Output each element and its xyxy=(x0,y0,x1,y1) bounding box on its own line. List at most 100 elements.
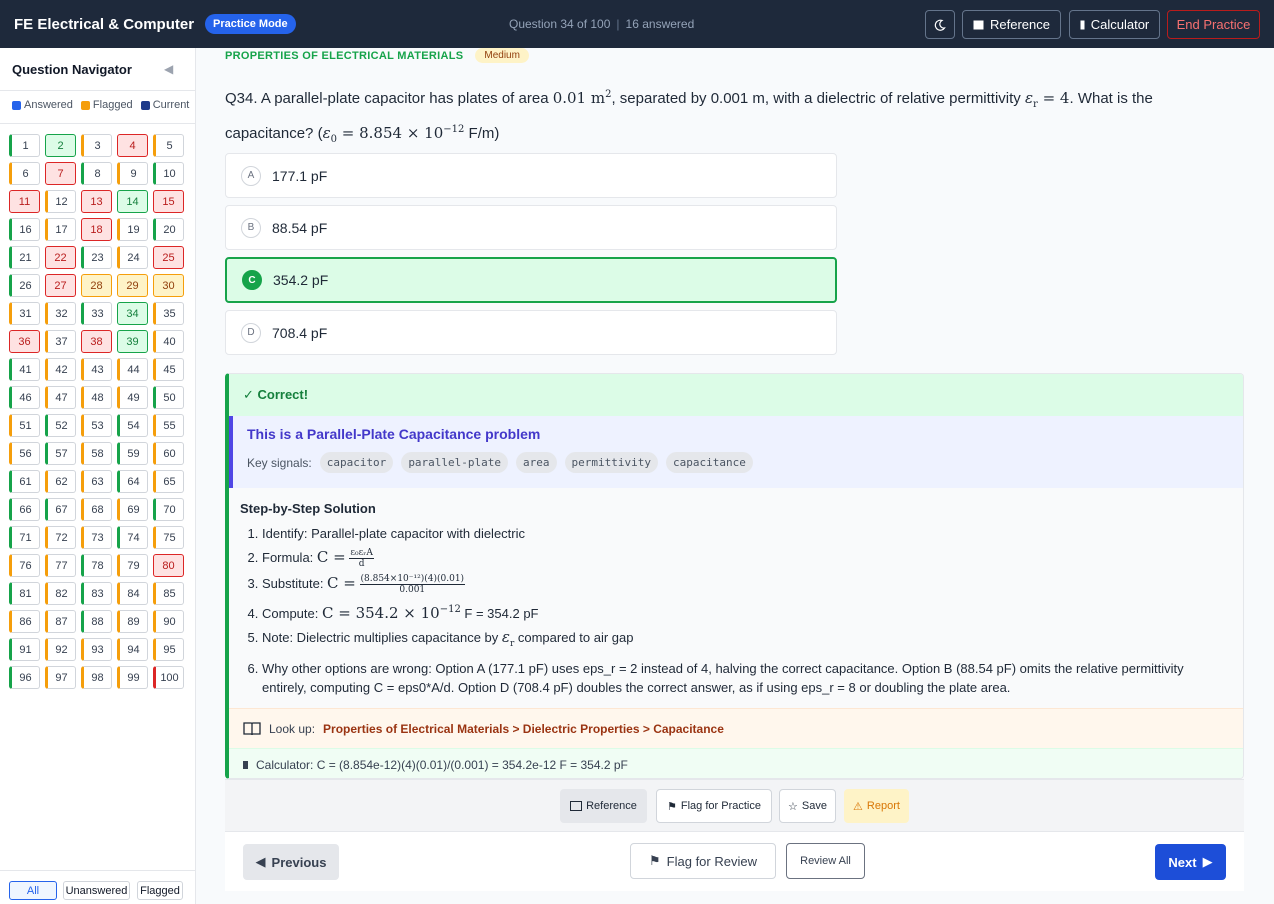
question-cell[interactable]: 33 xyxy=(81,302,112,325)
question-cell[interactable]: 13 xyxy=(81,190,112,213)
question-cell[interactable]: 39 xyxy=(117,330,148,353)
question-cell[interactable]: 31 xyxy=(9,302,40,325)
filter-unanswered-button[interactable]: Unanswered xyxy=(63,881,130,900)
question-cell[interactable]: 51 xyxy=(9,414,40,437)
reference-button[interactable]: Reference xyxy=(962,10,1061,39)
question-cell[interactable]: 86 xyxy=(9,610,40,633)
question-cell[interactable]: 38 xyxy=(81,330,112,353)
question-cell[interactable]: 5 xyxy=(153,134,184,157)
question-cell[interactable]: 68 xyxy=(81,498,112,521)
question-cell[interactable]: 53 xyxy=(81,414,112,437)
question-cell[interactable]: 72 xyxy=(45,526,76,549)
question-cell[interactable]: 75 xyxy=(153,526,184,549)
question-cell[interactable]: 45 xyxy=(153,358,184,381)
question-cell[interactable]: 9 xyxy=(117,162,148,185)
question-cell[interactable]: 21 xyxy=(9,246,40,269)
question-cell[interactable]: 93 xyxy=(81,638,112,661)
question-cell[interactable]: 46 xyxy=(9,386,40,409)
question-cell[interactable]: 89 xyxy=(117,610,148,633)
question-cell[interactable]: 42 xyxy=(45,358,76,381)
question-cell[interactable]: 34 xyxy=(117,302,148,325)
question-cell[interactable]: 70 xyxy=(153,498,184,521)
question-cell[interactable]: 43 xyxy=(81,358,112,381)
question-cell[interactable]: 57 xyxy=(45,442,76,465)
review-all-button[interactable]: Review All xyxy=(786,843,865,879)
question-cell[interactable]: 99 xyxy=(117,666,148,689)
option-d[interactable]: D 708.4 pF xyxy=(225,310,837,355)
question-cell[interactable]: 65 xyxy=(153,470,184,493)
question-cell[interactable]: 87 xyxy=(45,610,76,633)
question-cell[interactable]: 91 xyxy=(9,638,40,661)
question-cell[interactable]: 96 xyxy=(9,666,40,689)
question-cell[interactable]: 12 xyxy=(45,190,76,213)
question-cell[interactable]: 77 xyxy=(45,554,76,577)
question-cell[interactable]: 58 xyxy=(81,442,112,465)
question-cell[interactable]: 80 xyxy=(153,554,184,577)
question-cell[interactable]: 92 xyxy=(45,638,76,661)
question-cell[interactable]: 41 xyxy=(9,358,40,381)
question-cell[interactable]: 63 xyxy=(81,470,112,493)
question-cell[interactable]: 2 xyxy=(45,134,76,157)
question-cell[interactable]: 16 xyxy=(9,218,40,241)
question-cell[interactable]: 6 xyxy=(9,162,40,185)
question-cell[interactable]: 90 xyxy=(153,610,184,633)
filter-all-button[interactable]: All xyxy=(9,881,57,900)
question-cell[interactable]: 1 xyxy=(9,134,40,157)
flag-practice-button[interactable]: ⚑ Flag for Practice xyxy=(656,789,772,823)
question-cell[interactable]: 27 xyxy=(45,274,76,297)
question-cell[interactable]: 32 xyxy=(45,302,76,325)
question-cell[interactable]: 76 xyxy=(9,554,40,577)
question-cell[interactable]: 60 xyxy=(153,442,184,465)
question-cell[interactable]: 19 xyxy=(117,218,148,241)
question-cell[interactable]: 50 xyxy=(153,386,184,409)
question-cell[interactable]: 10 xyxy=(153,162,184,185)
question-cell[interactable]: 73 xyxy=(81,526,112,549)
question-cell[interactable]: 48 xyxy=(81,386,112,409)
question-cell[interactable]: 78 xyxy=(81,554,112,577)
question-cell[interactable]: 11 xyxy=(9,190,40,213)
question-cell[interactable]: 100 xyxy=(153,666,184,689)
question-cell[interactable]: 35 xyxy=(153,302,184,325)
question-cell[interactable]: 8 xyxy=(81,162,112,185)
question-cell[interactable]: 47 xyxy=(45,386,76,409)
question-cell[interactable]: 56 xyxy=(9,442,40,465)
question-cell[interactable]: 29 xyxy=(117,274,148,297)
question-cell[interactable]: 20 xyxy=(153,218,184,241)
lookup-path[interactable]: Properties of Electrical Materials > Die… xyxy=(323,722,724,736)
save-button[interactable]: ☆ Save xyxy=(779,789,836,823)
question-cell[interactable]: 74 xyxy=(117,526,148,549)
question-cell[interactable]: 94 xyxy=(117,638,148,661)
question-cell[interactable]: 69 xyxy=(117,498,148,521)
previous-button[interactable]: ◀ Previous xyxy=(243,844,339,880)
question-cell[interactable]: 28 xyxy=(81,274,112,297)
question-cell[interactable]: 84 xyxy=(117,582,148,605)
question-cell[interactable]: 97 xyxy=(45,666,76,689)
question-cell[interactable]: 30 xyxy=(153,274,184,297)
question-cell[interactable]: 25 xyxy=(153,246,184,269)
question-cell[interactable]: 85 xyxy=(153,582,184,605)
question-cell[interactable]: 64 xyxy=(117,470,148,493)
question-cell[interactable]: 44 xyxy=(117,358,148,381)
reference-action-button[interactable]: Reference xyxy=(560,789,647,823)
next-button[interactable]: Next ▶ xyxy=(1155,844,1226,880)
end-practice-button[interactable]: End Practice xyxy=(1167,10,1260,39)
question-cell[interactable]: 55 xyxy=(153,414,184,437)
question-cell[interactable]: 98 xyxy=(81,666,112,689)
flag-review-button[interactable]: ⚑ Flag for Review xyxy=(630,843,776,879)
question-cell[interactable]: 88 xyxy=(81,610,112,633)
question-cell[interactable]: 7 xyxy=(45,162,76,185)
theme-toggle-button[interactable] xyxy=(925,10,955,39)
question-cell[interactable]: 4 xyxy=(117,134,148,157)
question-cell[interactable]: 71 xyxy=(9,526,40,549)
question-cell[interactable]: 23 xyxy=(81,246,112,269)
question-cell[interactable]: 52 xyxy=(45,414,76,437)
option-b[interactable]: B 88.54 pF xyxy=(225,205,837,250)
calculator-button[interactable]: Calculator xyxy=(1069,10,1160,39)
question-cell[interactable]: 14 xyxy=(117,190,148,213)
question-cell[interactable]: 36 xyxy=(9,330,40,353)
option-a[interactable]: A 177.1 pF xyxy=(225,153,837,198)
question-cell[interactable]: 24 xyxy=(117,246,148,269)
question-cell[interactable]: 17 xyxy=(45,218,76,241)
question-cell[interactable]: 81 xyxy=(9,582,40,605)
question-cell[interactable]: 59 xyxy=(117,442,148,465)
